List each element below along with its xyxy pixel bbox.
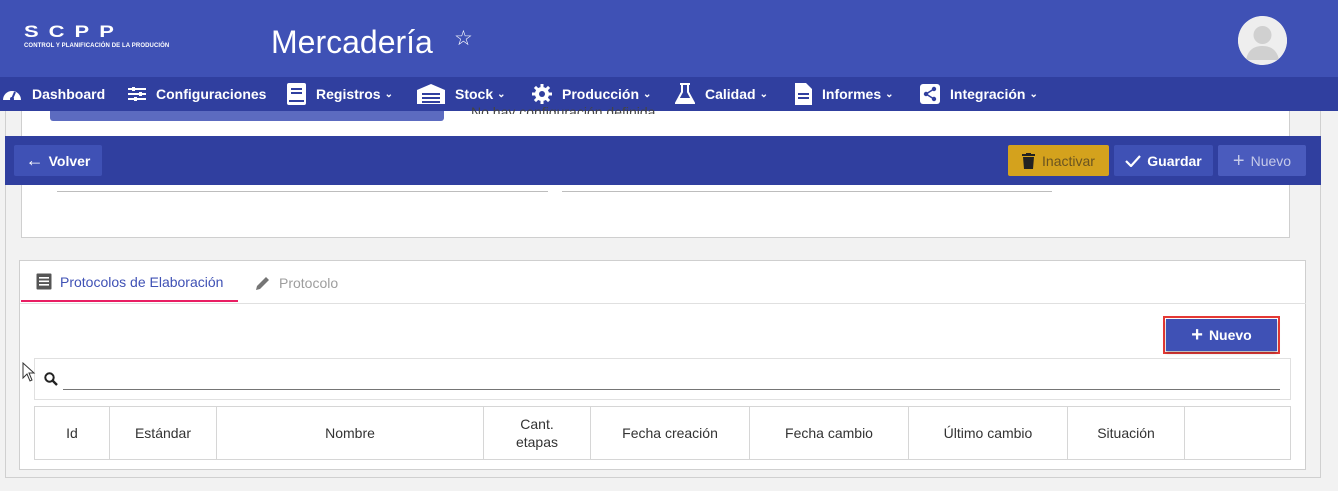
dashboard-gauge-icon: [2, 86, 22, 102]
column-header-actions: [1184, 406, 1291, 460]
nav-label: Dashboard: [32, 86, 106, 102]
chevron-down-icon: ⌄: [384, 88, 393, 100]
nav-label: Informes: [822, 86, 882, 102]
column-header-ultimo-cambio[interactable]: Último cambio: [908, 406, 1068, 460]
nav-item-calidad[interactable]: Calidad ⌄: [675, 77, 768, 111]
tab-protocolo[interactable]: Protocolo: [255, 263, 338, 302]
column-header-fecha-creacion[interactable]: Fecha creación: [590, 406, 750, 460]
nav-item-integracion[interactable]: Integración ⌄: [920, 77, 1038, 111]
chevron-down-icon: ⌄: [885, 88, 894, 100]
arrow-left-icon: ←: [25, 150, 44, 170]
tab-label: Protocolos de Elaboración: [60, 273, 224, 290]
tab-protocolos-elaboracion[interactable]: Protocolos de Elaboración: [21, 263, 238, 302]
column-header-estandar[interactable]: Estándar: [109, 406, 217, 460]
app-header: SCPP CONTROL Y PLANIFICACIÓN DE LA PRODU…: [0, 0, 1338, 77]
config-status-text: No hay configuración definida: [471, 104, 656, 114]
logo-text: SCPP: [24, 22, 124, 41]
column-header-cant-etapas[interactable]: Cant. etapas: [483, 406, 591, 460]
nav-label: Configuraciones: [156, 86, 267, 102]
chevron-down-icon: ⌄: [1029, 88, 1038, 100]
cog-icon: [532, 84, 552, 104]
new-protocol-button[interactable]: + Nuevo: [1163, 316, 1280, 354]
protocols-table: Id Estándar Nombre Cant. etapas Fecha cr…: [34, 406, 1291, 460]
nav-item-dashboard[interactable]: Dashboard: [2, 77, 105, 111]
back-button[interactable]: ← Volver: [14, 145, 102, 176]
pencil-icon: [255, 275, 271, 291]
form-field-underline: [562, 191, 1052, 192]
nav-item-registros[interactable]: Registros ⌄: [287, 77, 393, 111]
deactivate-button-label: Inactivar: [1042, 152, 1095, 169]
nav-item-informes[interactable]: Informes ⌄: [795, 77, 894, 111]
share-icon: [920, 84, 940, 104]
document-icon: [795, 83, 812, 105]
tab-label: Protocolo: [279, 274, 339, 291]
chevron-down-icon: ⌄: [759, 88, 768, 100]
nav-item-configuraciones[interactable]: Configuraciones: [128, 77, 266, 111]
search-icon: [44, 372, 58, 391]
column-header-id[interactable]: Id: [34, 406, 110, 460]
chevron-down-icon: ⌄: [643, 88, 652, 100]
logo-subtitle: CONTROL Y PLANIFICACIÓN DE LA PRODUCIÓN: [24, 43, 170, 49]
tab-divider: [20, 303, 1306, 304]
list-doc-icon: [36, 273, 52, 290]
nav-label: Calidad: [705, 86, 756, 102]
save-button[interactable]: Guardar: [1114, 145, 1213, 176]
plus-icon: +: [1232, 149, 1245, 172]
search-input[interactable]: [63, 368, 1280, 390]
user-avatar-icon: [1238, 16, 1287, 65]
flask-icon: [675, 83, 695, 105]
star-icon[interactable]: ☆: [454, 26, 473, 51]
form-field-underline: [57, 191, 548, 192]
check-icon: [1125, 154, 1142, 167]
column-header-fecha-cambio[interactable]: Fecha cambio: [749, 406, 909, 460]
new-record-button[interactable]: + Nuevo: [1218, 145, 1306, 176]
column-header-situacion[interactable]: Situación: [1067, 406, 1185, 460]
chevron-down-icon: ⌄: [497, 88, 506, 100]
trash-icon: [1022, 152, 1036, 169]
save-button-label: Guardar: [1147, 152, 1202, 169]
warehouse-icon: [417, 84, 445, 104]
nav-label: Stock: [455, 86, 494, 102]
sliders-icon: [128, 87, 146, 101]
new-protocol-button-label: Nuevo: [1208, 327, 1252, 343]
nav-label: Integración: [950, 86, 1026, 102]
page-title: Mercadería: [271, 24, 433, 60]
scpp-logo[interactable]: SCPP CONTROL Y PLANIFICACIÓN DE LA PRODU…: [24, 22, 170, 49]
nav-label: Registros: [316, 86, 381, 102]
new-protocol-button-body: + Nuevo: [1166, 319, 1277, 351]
book-icon: [287, 83, 306, 105]
plus-icon: +: [1191, 324, 1203, 346]
deactivate-button[interactable]: Inactivar: [1008, 145, 1109, 176]
nav-label: Producción: [562, 86, 640, 102]
column-header-nombre[interactable]: Nombre: [216, 406, 484, 460]
avatar[interactable]: [1238, 16, 1287, 65]
back-button-label: Volver: [48, 152, 91, 169]
new-record-button-label: Nuevo: [1250, 152, 1292, 169]
mouse-cursor-icon: [22, 361, 36, 387]
table-header-row: Id Estándar Nombre Cant. etapas Fecha cr…: [34, 406, 1291, 460]
config-button[interactable]: [50, 111, 444, 121]
